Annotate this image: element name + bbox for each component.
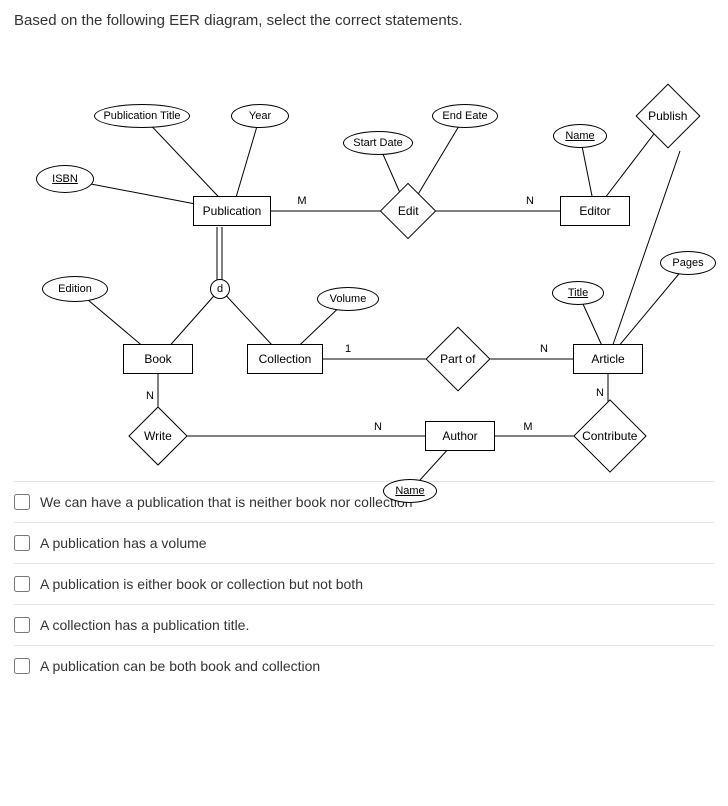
- card-partof-n: N: [538, 343, 550, 355]
- rel-edit: Edit: [380, 183, 437, 240]
- option-4[interactable]: A collection has a publication title.: [14, 604, 714, 645]
- attr-author-name: Name: [383, 479, 437, 503]
- option-3-label: A publication is either book or collecti…: [40, 576, 363, 592]
- rel-contribute: Contribute: [573, 399, 647, 473]
- card-contrib-authm: M: [521, 421, 534, 433]
- option-5-label: A publication can be both book and colle…: [40, 658, 320, 674]
- attr-startdate: Start Date: [343, 131, 413, 155]
- option-1-label: We can have a publication that is neithe…: [40, 494, 413, 510]
- option-2-label: A publication has a volume: [40, 535, 207, 551]
- option-1[interactable]: We can have a publication that is neithe…: [14, 481, 714, 522]
- generalization-d: d: [210, 279, 230, 299]
- attr-year: Year: [231, 104, 289, 128]
- entity-collection: Collection: [247, 344, 323, 374]
- option-2[interactable]: A publication has a volume: [14, 522, 714, 563]
- entity-publication: Publication: [193, 196, 271, 226]
- question-prompt: Based on the following EER diagram, sele…: [0, 0, 728, 41]
- attr-editor-name: Name: [553, 124, 607, 148]
- entity-book: Book: [123, 344, 193, 374]
- card-partof-1: 1: [343, 343, 353, 355]
- option-3[interactable]: A publication is either book or collecti…: [14, 563, 714, 604]
- entity-article: Article: [573, 344, 643, 374]
- answer-options: We can have a publication that is neithe…: [0, 481, 728, 700]
- card-contrib-artn: N: [594, 387, 606, 399]
- card-write-authn: N: [372, 421, 384, 433]
- rel-publish: Publish: [635, 83, 700, 148]
- attr-volume: Volume: [317, 287, 379, 311]
- eer-diagram: Publication Editor Book Collection Artic…: [0, 41, 728, 481]
- entity-editor: Editor: [560, 196, 630, 226]
- entity-author: Author: [425, 421, 495, 451]
- card-write-bookn: N: [144, 390, 156, 402]
- option-5[interactable]: A publication can be both book and colle…: [14, 645, 714, 686]
- rel-write: Write: [128, 406, 187, 465]
- attr-edition: Edition: [42, 276, 108, 302]
- option-4-label: A collection has a publication title.: [40, 617, 249, 633]
- option-5-checkbox[interactable]: [14, 658, 30, 674]
- option-3-checkbox[interactable]: [14, 576, 30, 592]
- attr-title: Title: [552, 281, 604, 305]
- card-edit-n: N: [524, 195, 536, 207]
- option-4-checkbox[interactable]: [14, 617, 30, 633]
- attr-publication-title: Publication Title: [94, 104, 190, 128]
- attr-isbn: ISBN: [36, 165, 94, 193]
- attr-pages: Pages: [660, 251, 716, 275]
- option-1-checkbox[interactable]: [14, 494, 30, 510]
- option-2-checkbox[interactable]: [14, 535, 30, 551]
- card-edit-m: M: [295, 195, 308, 207]
- rel-partof: Part of: [425, 326, 490, 391]
- attr-endeate: End Eate: [432, 104, 498, 128]
